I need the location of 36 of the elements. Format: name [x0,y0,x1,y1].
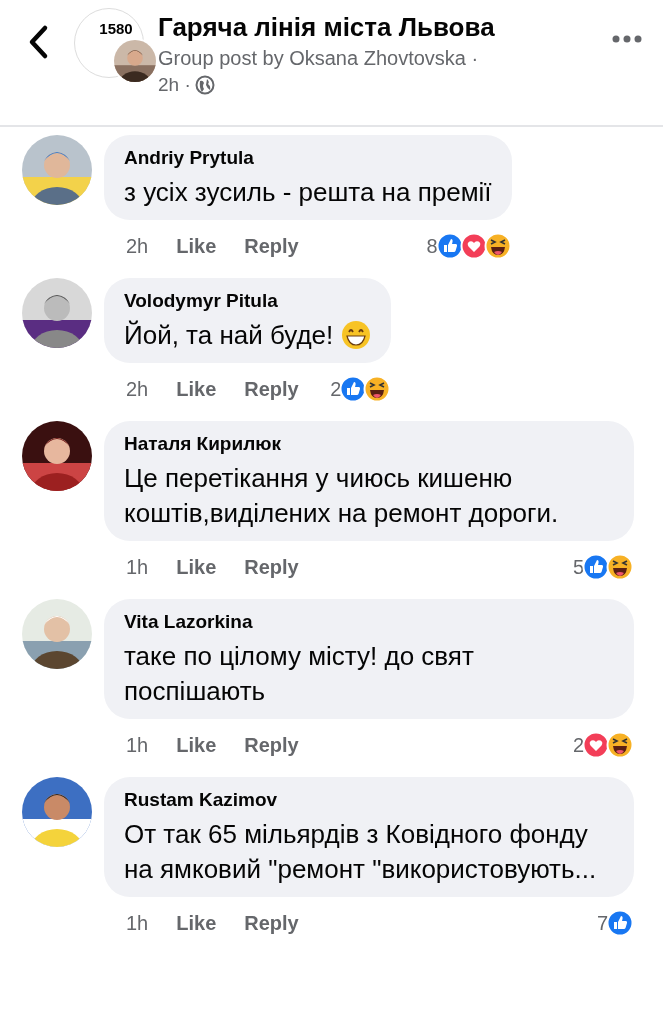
like-link[interactable]: Like [176,733,217,757]
like-link[interactable]: Like [176,234,217,258]
post-time: 2h · [158,74,191,96]
reply-link[interactable]: Reply [244,733,299,757]
author-name[interactable]: Volodymyr Pitula [124,290,372,312]
like-link[interactable]: Like [176,911,217,935]
reply-link[interactable]: Reply [244,555,299,579]
like-link[interactable]: Like [176,377,217,401]
comment-text: таке по цілому місту! до свят поспішають [124,640,475,708]
comment-time: 1h [126,911,149,935]
comment-text: От так 65 мільярдів з Ковідного фонду на ямковий "ремонт "використовують... [124,818,598,886]
author-name[interactable]: Rustam Kazimov [124,789,614,811]
comment-text: Це перетікання у чиюсь кишеню коштів,виділених на ремонт дороги. [124,462,560,530]
more-icon[interactable] [611,34,643,44]
reaction-count: 7 [596,911,608,935]
comment-text: Йой, та най буде! [124,318,372,353]
reply-link[interactable]: Reply [244,377,299,401]
comment-time: 2h [126,377,149,401]
reaction-count: 8 [426,234,438,258]
post-subtitle: Group post by Oksana Zhovtovska · [158,47,480,70]
reaction-count: 2 [330,377,342,401]
reaction-count: 5 [572,555,584,579]
author-name[interactable]: Vita Lazorkina [124,611,614,633]
globe-icon [194,75,215,95]
comment-time: 1h [126,555,149,579]
logo-text: 1580 [99,19,133,37]
author-name[interactable]: Andriy Prytula [124,147,492,169]
comment-time: 1h [126,733,149,757]
like-link[interactable]: Like [176,555,217,579]
author-name[interactable]: Наталя Кирилюк [124,433,614,455]
group-name[interactable]: Гаряча лінія міста Львова [158,12,611,43]
comment-text: з усіх зусиль - решта на премії [124,176,492,209]
reply-link[interactable]: Reply [244,234,299,258]
comment-time: 2h [126,234,149,258]
reply-link[interactable]: Reply [244,911,299,935]
reaction-count: 2 [572,733,584,757]
